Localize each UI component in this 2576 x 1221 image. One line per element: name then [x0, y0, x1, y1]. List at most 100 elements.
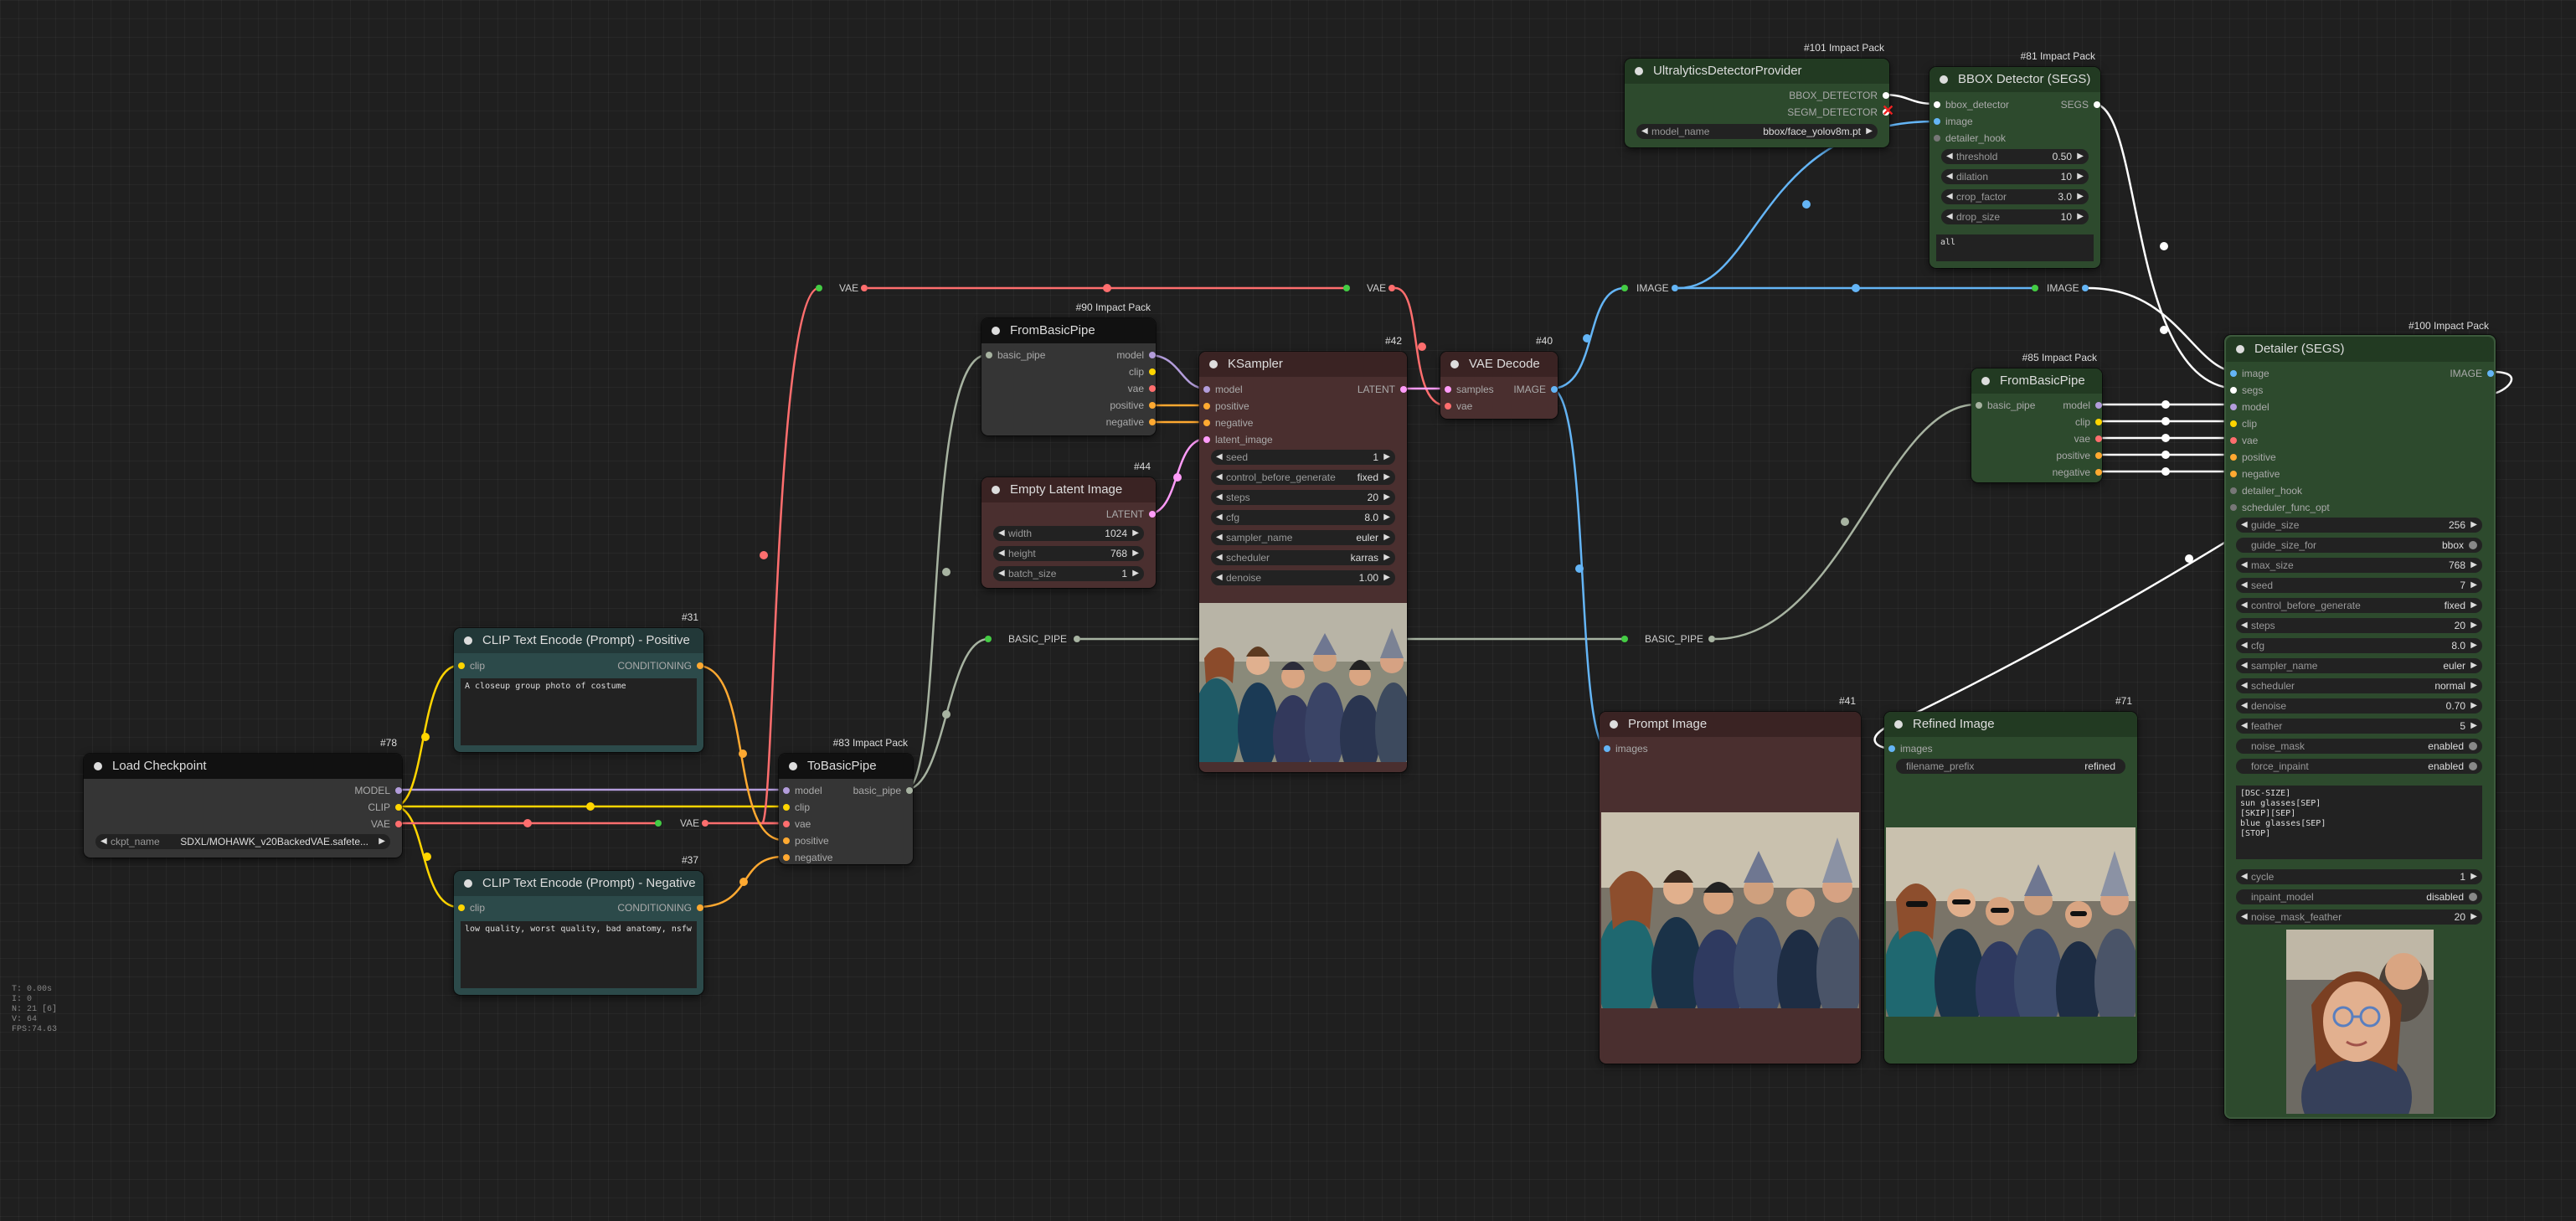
input-samples[interactable]: samples — [1445, 383, 1494, 396]
pin-icon[interactable] — [783, 787, 790, 794]
arrow-left-icon[interactable]: ◀ — [1216, 510, 1223, 525]
pin-icon[interactable] — [1445, 386, 1451, 393]
arrow-left-icon[interactable]: ◀ — [1946, 169, 1953, 184]
output-model[interactable]: model — [2063, 399, 2102, 412]
output-positive[interactable]: positive — [1110, 399, 1156, 412]
max-size-widget[interactable]: ◀ max_size 768 ▶ — [2236, 558, 2482, 573]
reroute-in-pin[interactable] — [816, 285, 822, 291]
input-basic-pipe[interactable]: basic_pipe — [1976, 399, 2035, 412]
bbox-detector-segs-node[interactable]: #81 Impact Pack BBOX Detector (SEGS) bbo… — [1929, 50, 2100, 268]
pin-icon[interactable] — [395, 804, 402, 811]
pin-icon[interactable] — [2230, 387, 2237, 394]
collapse-dot-icon[interactable] — [1894, 720, 1903, 729]
arrow-right-icon[interactable]: ▶ — [1132, 526, 1139, 541]
load-checkpoint-node[interactable]: #78 Load Checkpoint MODEL CLIP VAE ◀ ckpt… — [84, 737, 402, 858]
reroute-out-pin[interactable] — [1388, 285, 1395, 291]
arrow-left-icon[interactable]: ◀ — [2241, 678, 2248, 693]
arrow-left-icon[interactable]: ◀ — [1946, 189, 1953, 204]
arrow-left-icon[interactable]: ◀ — [2241, 558, 2248, 573]
pin-icon[interactable] — [1203, 436, 1210, 443]
output-bbox-detector[interactable]: BBOX_DETECTOR — [1789, 89, 1889, 102]
pin-icon[interactable] — [2095, 452, 2102, 459]
pin-icon[interactable] — [2094, 101, 2100, 108]
output-clip[interactable]: clip — [1129, 365, 1156, 379]
reroute-vae-checkpoint[interactable]: VAE — [655, 817, 708, 829]
input-clip[interactable]: clip — [458, 901, 485, 914]
input-vae[interactable]: vae — [783, 817, 811, 831]
node-title[interactable]: Empty Latent Image — [981, 477, 1156, 502]
pin-icon[interactable] — [2230, 504, 2237, 511]
output-vae[interactable]: vae — [1128, 382, 1156, 395]
arrow-right-icon[interactable]: ▶ — [1132, 566, 1139, 581]
pin-icon[interactable] — [783, 804, 790, 811]
filename-prefix-field[interactable]: filename_prefix refined — [1896, 759, 2125, 774]
ckpt-name-combo[interactable]: ◀ ckpt_name SDXL/MOHAWK_v20BackedVAE.safet… — [95, 834, 390, 849]
arrow-right-icon[interactable]: ▶ — [1866, 124, 1873, 139]
arrow-left-icon[interactable]: ◀ — [2241, 598, 2248, 613]
prompt-textarea[interactable]: low quality, worst quality, bad anatomy,… — [461, 921, 697, 988]
node-title[interactable]: KSampler — [1199, 352, 1407, 377]
pin-icon[interactable] — [1604, 745, 1610, 752]
pin-icon[interactable] — [2487, 370, 2494, 377]
width-widget[interactable]: ◀ width 1024 ▶ — [993, 526, 1144, 541]
node-title[interactable]: ToBasicPipe — [779, 754, 913, 779]
scheduler-widget[interactable]: ◀ scheduler karras ▶ — [1211, 550, 1395, 565]
arrow-right-icon[interactable]: ▶ — [1383, 510, 1390, 525]
pin-icon[interactable] — [1934, 135, 1940, 142]
pin-icon[interactable] — [697, 904, 703, 911]
pin-icon[interactable] — [2230, 420, 2237, 427]
steps-widget[interactable]: ◀ steps 20 ▶ — [1211, 490, 1395, 505]
pin-icon[interactable] — [1149, 511, 1156, 518]
arrow-left-icon[interactable]: ◀ — [998, 546, 1005, 561]
pin-icon[interactable] — [1883, 92, 1889, 99]
guide-size-widget[interactable]: ◀ guide_size 256 ▶ — [2236, 518, 2482, 533]
guide-size-for-toggle[interactable]: guide_size_for bbox — [2236, 538, 2482, 553]
arrow-right-icon[interactable]: ▶ — [2470, 909, 2477, 925]
output-clip[interactable]: clip — [2075, 415, 2102, 429]
arrow-right-icon[interactable]: ▶ — [2077, 169, 2084, 184]
node-title[interactable]: Refined Image — [1884, 712, 2137, 737]
arrow-right-icon[interactable]: ▶ — [2077, 209, 2084, 224]
reroute-image-right[interactable]: IMAGE — [2032, 282, 2089, 294]
clip-text-encode-positive-node[interactable]: #31 CLIP Text Encode (Prompt) - Positive… — [454, 611, 703, 752]
input-detailer-hook[interactable]: detailer_hook — [1934, 131, 2006, 145]
ksampler-node[interactable]: #42 KSampler model positive negative lat… — [1199, 335, 1407, 772]
pin-icon[interactable] — [697, 662, 703, 669]
pin-icon[interactable] — [1203, 386, 1210, 393]
input-images[interactable]: images — [1604, 742, 1648, 755]
pin-icon[interactable] — [1400, 386, 1407, 393]
input-negative[interactable]: negative — [2230, 467, 2280, 481]
cfg-widget[interactable]: ◀ cfg 8.0 ▶ — [1211, 510, 1395, 525]
arrow-right-icon[interactable]: ▶ — [2470, 618, 2477, 633]
node-title[interactable]: CLIP Text Encode (Prompt) - Positive — [454, 628, 703, 653]
arrow-left-icon[interactable]: ◀ — [1946, 149, 1953, 164]
reroute-out-pin[interactable] — [1074, 636, 1080, 642]
input-negative[interactable]: negative — [1203, 416, 1253, 430]
reroute-in-pin[interactable] — [655, 820, 662, 827]
arrow-right-icon[interactable]: ▶ — [2470, 719, 2477, 734]
arrow-left-icon[interactable]: ◀ — [2241, 578, 2248, 593]
input-segs[interactable]: segs — [2230, 384, 2263, 397]
collapse-dot-icon[interactable] — [789, 762, 797, 770]
reroute-out-pin[interactable] — [702, 820, 708, 827]
arrow-right-icon[interactable]: ▶ — [2470, 869, 2477, 884]
arrow-right-icon[interactable]: ▶ — [1383, 450, 1390, 465]
node-title[interactable]: CLIP Text Encode (Prompt) - Negative — [454, 871, 703, 896]
arrow-right-icon[interactable]: ▶ — [1132, 546, 1139, 561]
pin-icon[interactable] — [2230, 404, 2237, 410]
arrow-left-icon[interactable]: ◀ — [2241, 909, 2248, 925]
arrow-right-icon[interactable]: ▶ — [2077, 189, 2084, 204]
noise-mask-feather-widget[interactable]: ◀ noise_mask_feather 20 ▶ — [2236, 909, 2482, 925]
wildcard-textarea[interactable]: [DSC-SIZE] sun glasses[SEP] [SKIP][SEP] … — [2236, 786, 2482, 859]
arrow-left-icon[interactable]: ◀ — [2241, 658, 2248, 673]
empty-latent-image-node[interactable]: #44 Empty Latent Image LATENT ◀ width 1024… — [981, 461, 1156, 588]
output-image[interactable]: IMAGE — [1513, 383, 1558, 396]
pin-icon[interactable] — [458, 662, 465, 669]
input-images[interactable]: images — [1888, 742, 1933, 755]
collapse-dot-icon[interactable] — [464, 636, 472, 645]
arrow-right-icon[interactable]: ▶ — [379, 834, 385, 849]
pin-icon[interactable] — [906, 787, 913, 794]
input-basic-pipe[interactable]: basic_pipe — [986, 348, 1045, 362]
pin-icon[interactable] — [2230, 471, 2237, 477]
pin-icon[interactable] — [783, 821, 790, 827]
